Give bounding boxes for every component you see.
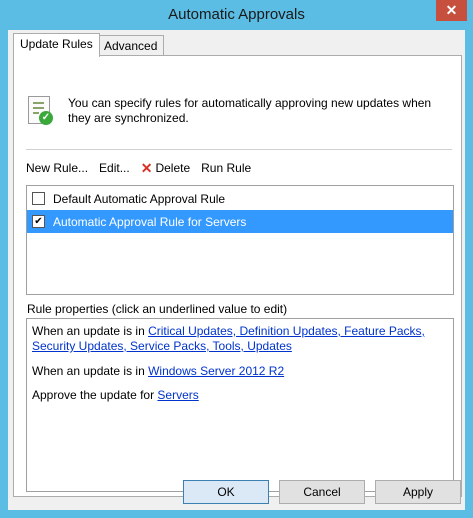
rule-label: Automatic Approval Rule for Servers <box>53 214 247 229</box>
update-rules-panel: ✓ You can specify rules for automaticall… <box>13 55 462 497</box>
checkmark-icon: ✓ <box>39 111 53 125</box>
rule-label: Default Automatic Approval Rule <box>53 191 226 206</box>
rules-toolbar: New Rule... Edit... ✕ Delete Run Rule <box>26 159 262 177</box>
new-rule-button[interactable]: New Rule... <box>26 161 88 175</box>
rule-properties-box: When an update is in Critical Updates, D… <box>26 318 454 492</box>
rule-checkbox-servers[interactable]: ✔ <box>32 215 45 228</box>
close-icon: ✕ <box>445 2 458 18</box>
description-text: You can specify rules for automatically … <box>68 96 432 125</box>
window-title: Automatic Approvals <box>168 6 305 23</box>
document-line-decoration <box>33 102 44 104</box>
property-categories: When an update is in Critical Updates, D… <box>32 324 442 354</box>
rule-properties-label: Rule properties (click an underlined val… <box>27 302 288 316</box>
rule-item-servers[interactable]: ✔ Automatic Approval Rule for Servers <box>27 210 453 233</box>
tab-advanced[interactable]: Advanced <box>97 35 165 56</box>
dialog-client-area: Update Rules Advanced ✓ You can specify … <box>8 30 465 510</box>
property-prefix: Approve the update for <box>32 388 158 402</box>
run-rule-button[interactable]: Run Rule <box>201 161 251 175</box>
close-button[interactable]: ✕ <box>436 0 467 21</box>
computer-group-link[interactable]: Servers <box>157 388 198 402</box>
delete-button[interactable]: ✕ Delete <box>141 160 190 177</box>
approval-document-icon: ✓ <box>28 96 53 125</box>
tab-update-rules[interactable]: Update Rules <box>13 33 100 57</box>
automatic-approvals-window: Automatic Approvals ✕ Update Rules Advan… <box>0 0 473 518</box>
property-prefix: When an update is in <box>32 324 149 338</box>
edit-button[interactable]: Edit... <box>99 161 130 175</box>
cancel-button[interactable]: Cancel <box>279 480 365 504</box>
apply-button[interactable]: Apply <box>375 480 461 504</box>
delete-icon: ✕ <box>140 159 153 176</box>
divider <box>26 149 452 150</box>
document-line-decoration <box>33 107 44 109</box>
delete-label: Delete <box>155 161 191 175</box>
rules-list: Default Automatic Approval Rule ✔ Automa… <box>26 185 454 295</box>
property-computer-group: Approve the update for Servers <box>32 388 442 403</box>
rule-item-default[interactable]: Default Automatic Approval Rule <box>27 187 453 210</box>
products-link[interactable]: Windows Server 2012 R2 <box>148 364 284 378</box>
property-prefix: When an update is in <box>32 364 149 378</box>
rule-checkbox-default[interactable] <box>32 192 45 205</box>
property-products: When an update is in Windows Server 2012… <box>32 364 442 379</box>
ok-button[interactable]: OK <box>183 480 269 504</box>
document-line-decoration <box>33 112 39 114</box>
